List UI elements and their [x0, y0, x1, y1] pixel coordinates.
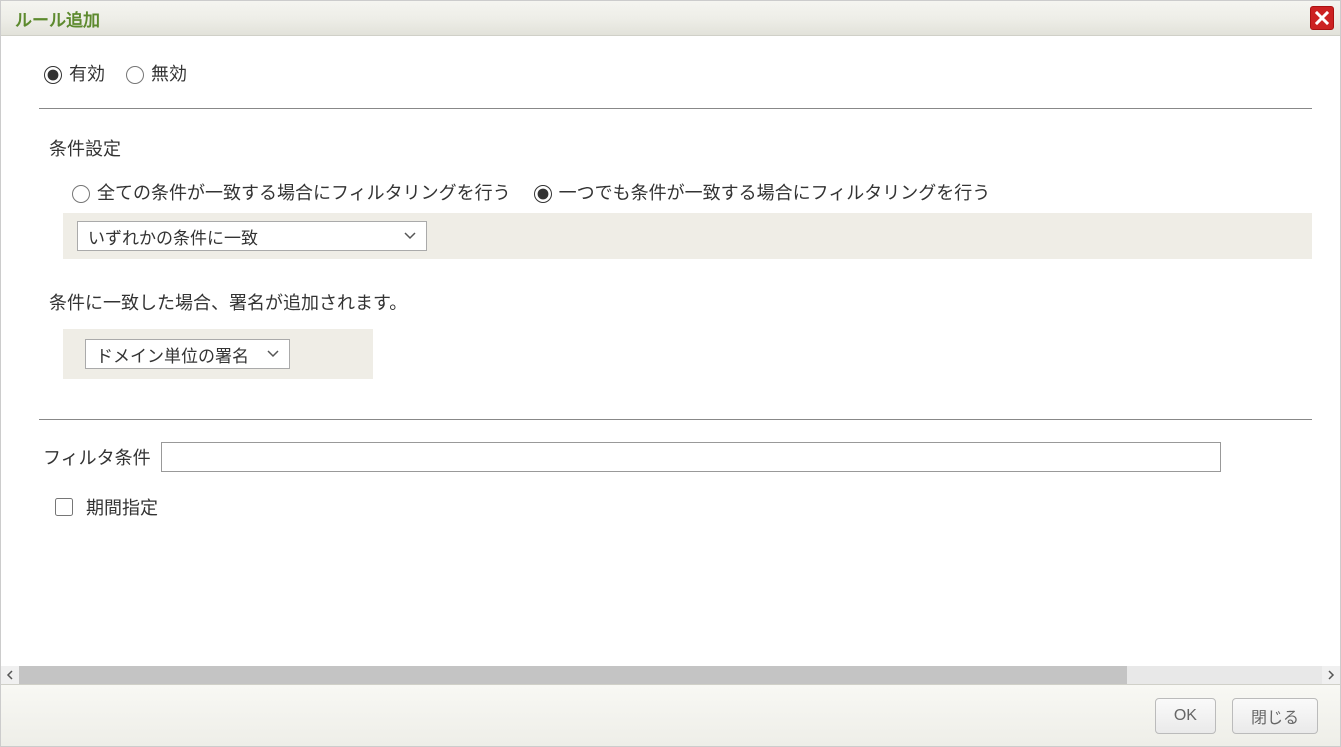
status-disabled-input[interactable] — [126, 66, 144, 84]
period-checkbox[interactable] — [55, 498, 73, 516]
dialog-content: 有効 無効 条件設定 全ての条件が一致する場合にフィルタリングを行う 一つでも条… — [1, 36, 1340, 684]
scroll-track[interactable] — [19, 666, 1322, 684]
status-enabled-input[interactable] — [44, 66, 62, 84]
divider — [39, 419, 1312, 420]
condition-select-value: いずれかの条件に一致 — [88, 224, 258, 249]
status-enabled-radio[interactable]: 有効 — [39, 60, 105, 86]
period-row: 期間指定 — [51, 494, 1312, 520]
divider — [39, 108, 1312, 109]
scroll-thumb[interactable] — [19, 666, 1127, 684]
dialog-footer: OK 閉じる — [1, 684, 1340, 746]
condition-settings-heading: 条件設定 — [49, 135, 1312, 161]
filter-condition-label: フィルタ条件 — [43, 444, 151, 470]
period-label: 期間指定 — [86, 494, 158, 520]
horizontal-scrollbar[interactable] — [1, 666, 1340, 684]
chevron-down-icon — [267, 350, 279, 358]
match-any-label: 一つでも条件が一致する場合にフィルタリングを行う — [559, 179, 991, 205]
match-all-label: 全ての条件が一致する場合にフィルタリングを行う — [97, 179, 511, 205]
signature-select[interactable]: ドメイン単位の署名 — [85, 339, 290, 369]
match-any-input[interactable] — [534, 185, 552, 203]
status-disabled-label: 無効 — [151, 60, 187, 86]
condition-select-band: いずれかの条件に一致 — [63, 213, 1312, 259]
chevron-down-icon — [404, 232, 416, 240]
match-all-radio[interactable]: 全ての条件が一致する場合にフィルタリングを行う — [67, 179, 511, 205]
signature-select-value: ドメイン単位の署名 — [96, 342, 249, 367]
signature-select-band: ドメイン単位の署名 — [63, 329, 373, 379]
dialog-titlebar: ルール追加 — [1, 1, 1340, 36]
match-mode-radio-group: 全ての条件が一致する場合にフィルタリングを行う 一つでも条件が一致する場合にフィ… — [67, 179, 1312, 205]
scroll-right-arrow-icon[interactable] — [1322, 666, 1340, 684]
dialog-title: ルール追加 — [15, 6, 100, 31]
status-enabled-label: 有効 — [69, 60, 105, 86]
condition-select[interactable]: いずれかの条件に一致 — [77, 221, 427, 251]
close-button[interactable]: 閉じる — [1232, 698, 1318, 734]
signature-note: 条件に一致した場合、署名が追加されます。 — [49, 289, 1312, 315]
close-icon[interactable] — [1310, 6, 1334, 30]
filter-condition-input[interactable] — [161, 442, 1221, 472]
filter-condition-row: フィルタ条件 — [43, 442, 1312, 472]
status-disabled-radio[interactable]: 無効 — [121, 60, 187, 86]
match-all-input[interactable] — [72, 185, 90, 203]
rule-add-dialog: ルール追加 有効 無効 条件設定 全ての条件が一致する場合にフィルタリングを行う — [0, 0, 1341, 747]
ok-button[interactable]: OK — [1155, 698, 1216, 734]
status-radio-group: 有効 無効 — [39, 60, 1312, 86]
match-any-radio[interactable]: 一つでも条件が一致する場合にフィルタリングを行う — [529, 179, 991, 205]
scroll-left-arrow-icon[interactable] — [1, 666, 19, 684]
